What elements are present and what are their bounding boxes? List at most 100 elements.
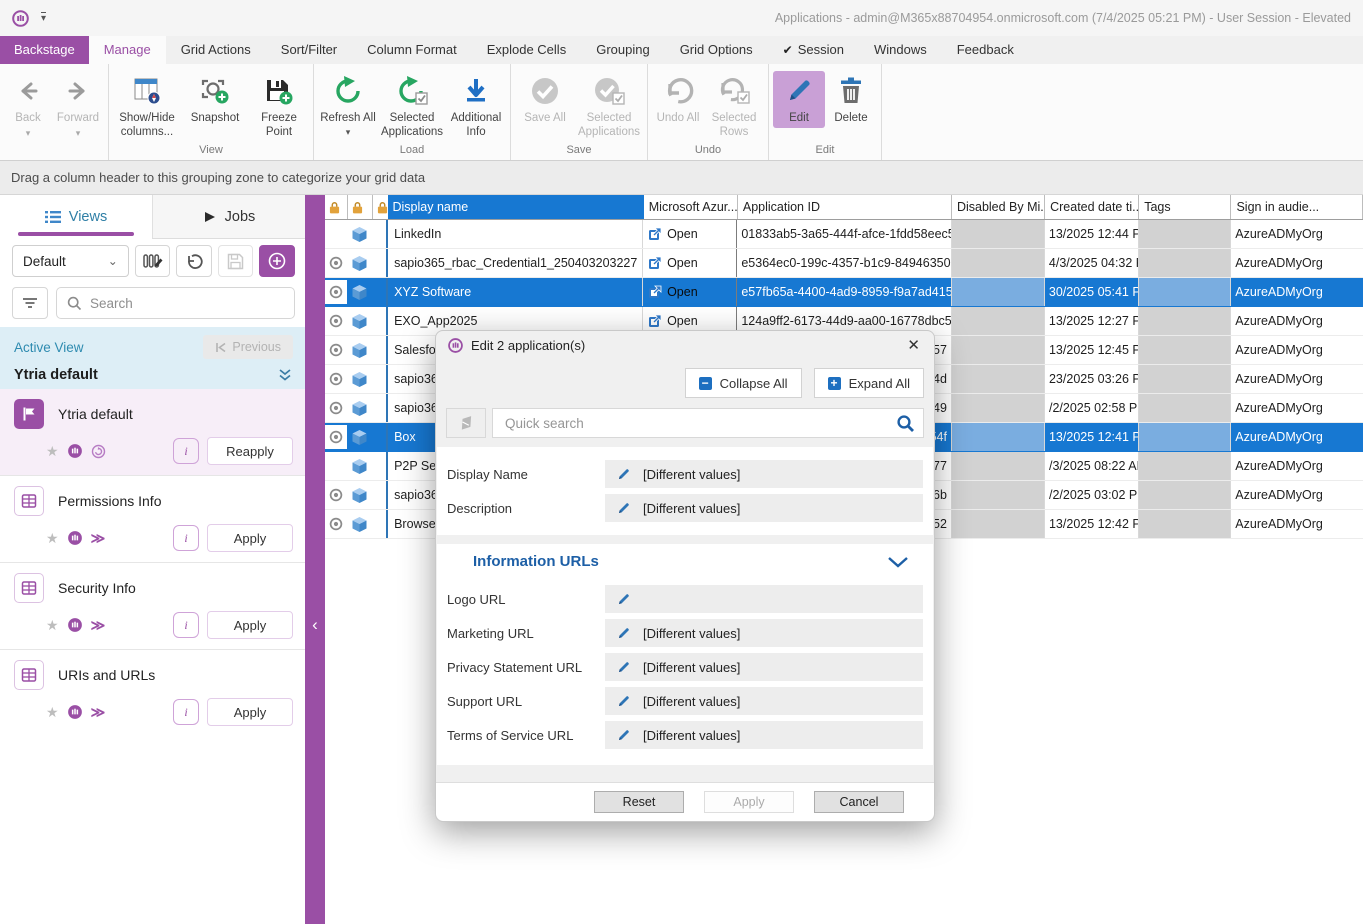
sign-in-audience-cell[interactable]: AzureADMyOrg [1231,249,1363,277]
collapse-sidebar-icon[interactable]: ‹ [305,610,325,640]
created-date-cell[interactable]: 23/2025 03:26 PM [1045,365,1139,393]
azure-open-link[interactable]: Open [648,314,698,328]
edit-pencil-icon[interactable] [616,501,631,516]
display-name-cell[interactable]: LinkedIn [386,220,643,248]
favorite-star-icon[interactable]: ★ [46,617,59,634]
sign-in-audience-cell[interactable]: AzureADMyOrg [1231,365,1363,393]
field-value-box[interactable]: [Different values] [605,460,923,488]
undo-selected-rows-button[interactable]: Selected Rows [704,71,764,141]
row-loaded-indicator-cell[interactable] [325,423,348,451]
edit-button[interactable]: Edit [773,71,825,128]
tab-manage[interactable]: Manage [89,36,166,64]
grid-row[interactable]: sapio365_rbac_Credential1_250403203227Op… [325,249,1363,278]
field-value-box[interactable]: [Different values] [605,653,923,681]
dialog-title-bar[interactable]: Edit 2 application(s) ✕ [436,331,934,359]
column-header-application-id[interactable]: Application ID [738,195,952,219]
apply-view-button[interactable]: Apply [207,524,293,552]
reset-button[interactable]: Reset [594,791,684,813]
sign-in-audience-cell[interactable]: AzureADMyOrg [1231,510,1363,538]
row-loaded-indicator-cell[interactable] [325,307,348,335]
application-id-cell[interactable]: e57fb65a-4400-4ad9-8959-f9a7ad415db [737,278,951,306]
sign-in-audience-cell[interactable]: AzureADMyOrg [1231,452,1363,480]
view-scope-dropdown[interactable]: Default ⌄ [12,245,129,277]
previous-view-button[interactable]: Previous [203,335,293,359]
grid-row[interactable]: XYZ Software Open e57fb65a-4400-4ad9-8959-… [325,278,1363,307]
view-item[interactable]: Permissions Info★≫iApply [0,475,305,562]
created-date-cell[interactable]: 13/2025 12:27 PM [1045,307,1139,335]
save-view-button[interactable] [218,245,254,277]
column-header-tags[interactable]: Tags [1139,195,1231,219]
row-loaded-indicator-cell[interactable] [325,336,348,364]
apply-view-button[interactable]: Apply [207,611,293,639]
double-arrow-icon[interactable]: ≫ [91,704,105,721]
tab-column-format[interactable]: Column Format [352,36,472,64]
created-date-cell[interactable]: /2/2025 02:58 PM [1045,394,1139,422]
load-selected-applications-button[interactable]: Selected Applications [378,71,446,141]
created-date-cell[interactable]: 13/2025 12:45 PM [1045,336,1139,364]
apply-view-button[interactable]: Apply [207,698,293,726]
edit-tags-button[interactable] [135,245,171,277]
search-input[interactable]: Search [56,287,295,319]
favorite-star-icon[interactable]: ★ [46,530,59,547]
sign-in-audience-cell[interactable]: AzureADMyOrg [1231,278,1363,306]
sign-in-audience-cell[interactable]: AzureADMyOrg [1231,220,1363,248]
tab-grouping[interactable]: Grouping [581,36,664,64]
column-header-disabled-by[interactable]: Disabled By Mi... [952,195,1045,219]
tab-sort-filter[interactable]: Sort/Filter [266,36,352,64]
double-arrow-icon[interactable]: ≫ [91,530,105,547]
information-urls-section-header[interactable]: Information URLs [447,544,923,579]
refresh-all-button[interactable]: Refresh All ▾ [318,71,378,141]
cancel-button[interactable]: Cancel [814,791,904,813]
sign-in-audience-cell[interactable]: AzureADMyOrg [1231,307,1363,335]
add-view-button[interactable] [259,245,295,277]
collapse-all-button[interactable]: − Collapse All [685,368,802,398]
back-button[interactable]: Back ▾ [4,71,52,141]
display-name-cell[interactable]: XYZ Software [386,278,643,306]
apply-button[interactable]: Apply [704,791,794,813]
row-loaded-indicator-cell[interactable] [325,481,348,509]
tab-grid-actions[interactable]: Grid Actions [166,36,266,64]
expand-all-button[interactable]: + Expand All [814,368,924,398]
additional-info-button[interactable]: Additional Info [446,71,506,141]
edit-pencil-icon[interactable] [616,592,631,607]
clear-search-button[interactable] [446,408,486,438]
sign-in-audience-cell[interactable]: AzureADMyOrg [1231,481,1363,509]
save-all-button[interactable]: Save All [515,71,575,128]
tab-windows[interactable]: Windows [859,36,942,64]
column-header-created-date[interactable]: Created date ti... [1045,195,1139,219]
tab-grid-options[interactable]: Grid Options [665,36,768,64]
quick-search-input[interactable]: Quick search [492,408,924,438]
column-header-display-name[interactable]: Display name [388,195,644,219]
edit-pencil-icon[interactable] [616,626,631,641]
field-value-box[interactable]: [Different values] [605,494,923,522]
application-id-cell[interactable]: 01833ab5-3a65-444f-afce-1fdd58eec549 [737,220,951,248]
field-value-box[interactable] [605,585,923,613]
save-selected-applications-button[interactable]: Selected Applications [575,71,643,141]
freeze-point-button[interactable]: Freeze Point [249,71,309,141]
view-item[interactable]: Security Info★≫iApply [0,562,305,649]
view-info-button[interactable]: i [173,699,199,725]
sign-in-audience-cell[interactable]: AzureADMyOrg [1231,394,1363,422]
created-date-cell[interactable]: 13/2025 12:41 PM [1045,423,1139,451]
field-value-box[interactable]: [Different values] [605,721,923,749]
row-loaded-indicator-cell[interactable] [325,278,348,306]
tab-session[interactable]: ✔Session [768,36,859,64]
row-loaded-indicator-cell[interactable] [325,249,348,277]
azure-open-link[interactable]: Open [648,256,698,270]
filter-views-button[interactable] [12,287,48,319]
edit-pencil-icon[interactable] [616,660,631,675]
close-icon[interactable]: ✕ [905,336,922,354]
row-loaded-indicator-cell[interactable] [325,365,348,393]
grouping-zone[interactable]: Drag a column header to this grouping zo… [0,161,1363,195]
edit-pencil-icon[interactable] [616,467,631,482]
azure-open-link[interactable]: Open [648,227,698,241]
created-date-cell[interactable]: /2/2025 03:02 PM [1045,481,1139,509]
row-loaded-indicator-cell[interactable] [325,220,348,248]
field-value-box[interactable]: [Different values] [605,619,923,647]
forward-button[interactable]: Forward ▾ [52,71,104,141]
view-item[interactable]: Ytria default★iReapply [0,389,305,475]
double-arrow-icon[interactable]: ≫ [91,617,105,634]
azure-open-link[interactable]: Open [648,285,698,299]
undo-all-button[interactable]: Undo All [652,71,704,128]
column-header-lock-1[interactable] [325,195,348,219]
